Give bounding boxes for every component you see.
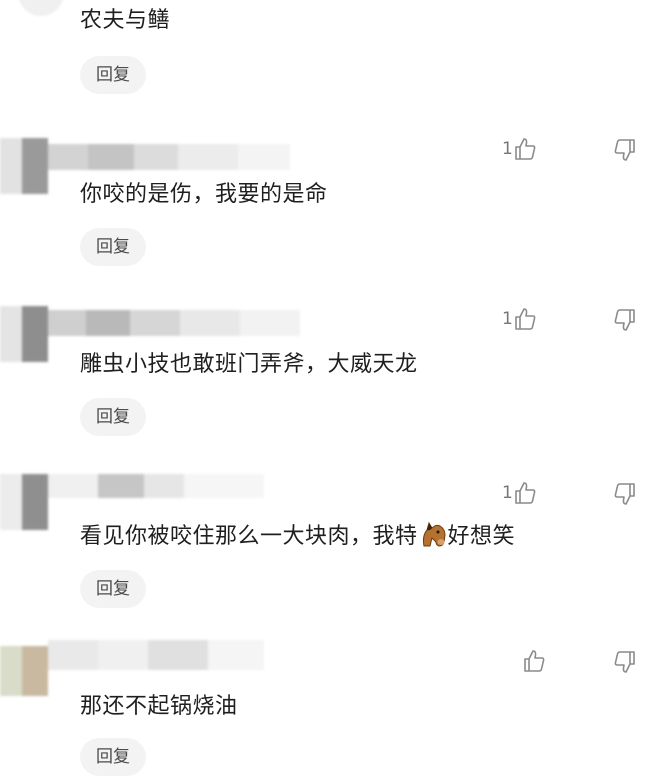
comment-text: 你咬的是伤，我要的是命	[80, 182, 328, 207]
thumbs-down-icon[interactable]	[612, 482, 636, 506]
reply-button[interactable]: 回复	[80, 398, 146, 436]
like-button[interactable]: 1	[502, 134, 536, 164]
reply-button[interactable]: 回复	[80, 570, 146, 608]
thumbs-up-icon	[515, 482, 536, 504]
comment-text: 看见你被咬住那么一大块肉，我特 好想笑	[80, 520, 515, 552]
like-count: 1	[502, 139, 513, 159]
thumbs-up-icon	[524, 650, 545, 672]
comment-text-part: 看见你被咬住那么一大块肉，我特	[80, 524, 418, 549]
reply-button[interactable]: 回复	[80, 738, 146, 776]
comment-text: 那还不起锅烧油	[80, 694, 238, 719]
comment-text: 农夫与鳝	[80, 8, 171, 33]
comment-item: 农夫与鳝 回复	[0, 0, 655, 110]
comment-text-part: 好想笑	[447, 524, 516, 549]
comment-item: 你咬的是伤，我要的是命 回复 1	[0, 138, 655, 298]
comment-item: 看见你被咬住那么一大块肉，我特 好想笑 回复 1	[0, 474, 655, 634]
like-button[interactable]: 1	[502, 304, 536, 334]
like-button[interactable]	[522, 646, 545, 676]
thumbs-down-icon[interactable]	[612, 138, 636, 162]
like-count: 1	[502, 483, 513, 503]
horse-face-icon	[422, 521, 446, 547]
thumbs-up-icon	[515, 308, 536, 330]
blurred-username-avatar[interactable]	[0, 640, 300, 696]
comment-item: 那还不起锅烧油 回复	[0, 640, 655, 784]
thumbs-down-icon[interactable]	[612, 650, 636, 674]
like-count: 1	[502, 309, 513, 329]
like-button[interactable]: 1	[502, 478, 536, 508]
avatar[interactable]	[18, 0, 64, 16]
reply-button[interactable]: 回复	[80, 56, 146, 94]
reply-button[interactable]: 回复	[80, 228, 146, 266]
comment-item: 雕虫小技也敢班门弄斧，大威天龙 回复 1	[0, 306, 655, 466]
thumbs-up-icon	[515, 138, 536, 160]
thumbs-down-icon[interactable]	[612, 308, 636, 332]
comment-text: 雕虫小技也敢班门弄斧，大威天龙	[80, 352, 418, 377]
